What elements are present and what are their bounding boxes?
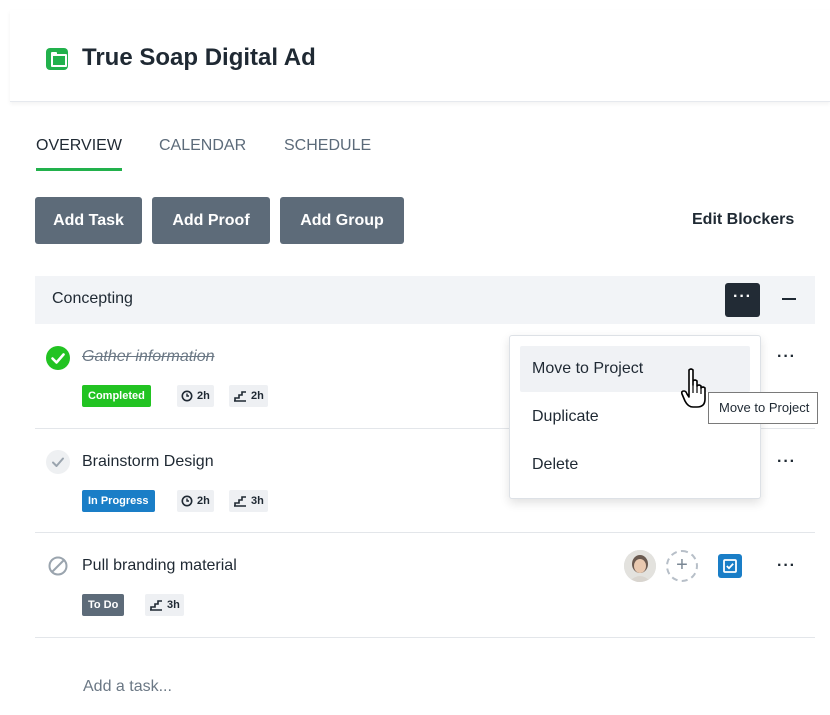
page-title: True Soap Digital Ad xyxy=(82,44,316,71)
app-frame: True Soap Digital Ad OVERVIEW CALENDAR S… xyxy=(0,0,830,715)
status-badge[interactable]: To Do xyxy=(82,594,125,616)
add-task-button[interactable]: Add Task xyxy=(35,197,142,244)
avatar[interactable] xyxy=(624,550,656,582)
blocked-icon[interactable] xyxy=(46,554,70,578)
task-name[interactable]: Gather information xyxy=(82,348,215,366)
time-tracked-value: 2h xyxy=(251,390,264,402)
group-more-button[interactable]: ··· xyxy=(725,283,760,317)
clock-icon xyxy=(181,495,193,507)
clock-icon xyxy=(181,390,193,402)
status-badge[interactable]: Completed xyxy=(82,385,151,407)
hand-cursor-icon xyxy=(680,368,706,408)
time-estimate-value: 2h xyxy=(197,390,210,402)
checkmark-icon[interactable] xyxy=(46,346,70,370)
time-tracked-value: 3h xyxy=(251,495,264,507)
task-row[interactable]: Pull branding material To Do 3h ··· xyxy=(35,533,815,638)
time-tracked-chip[interactable]: 2h xyxy=(229,385,268,407)
folder-icon xyxy=(46,48,68,70)
approval-checkbox-icon[interactable] xyxy=(718,554,742,578)
collapse-icon[interactable] xyxy=(782,298,796,300)
time-estimate-value: 2h xyxy=(197,495,210,507)
checkmark-icon[interactable] xyxy=(46,450,70,474)
stairs-icon xyxy=(234,391,246,402)
stairs-icon xyxy=(234,496,246,507)
tab-calendar[interactable]: CALENDAR xyxy=(159,137,246,171)
task-more-button[interactable]: ··· xyxy=(777,453,796,471)
time-estimate-chip[interactable]: 2h xyxy=(177,385,214,407)
add-task-input[interactable]: Add a task... xyxy=(83,678,172,696)
task-more-button[interactable]: ··· xyxy=(777,348,796,366)
time-estimate-chip[interactable]: 2h xyxy=(177,490,214,512)
menu-item-move-to-project[interactable]: Move to Project xyxy=(520,346,750,392)
time-tracked-value: 3h xyxy=(167,599,180,611)
add-proof-button[interactable]: Add Proof xyxy=(152,197,270,244)
group-title: Concepting xyxy=(52,290,133,307)
task-name[interactable]: Brainstorm Design xyxy=(82,453,214,471)
edit-blockers-button[interactable]: Edit Blockers xyxy=(692,211,794,229)
tab-schedule[interactable]: SCHEDULE xyxy=(284,137,371,171)
time-tracked-chip[interactable]: 3h xyxy=(145,594,184,616)
add-assignee-button[interactable]: + xyxy=(666,550,698,582)
add-group-button[interactable]: Add Group xyxy=(280,197,404,244)
menu-item-delete[interactable]: Delete xyxy=(520,442,750,488)
task-name[interactable]: Pull branding material xyxy=(82,557,237,575)
tooltip: Move to Project xyxy=(708,392,819,424)
task-group-header: Concepting ··· xyxy=(35,276,815,324)
status-badge[interactable]: In Progress xyxy=(82,490,155,512)
project-header: True Soap Digital Ad xyxy=(10,10,830,102)
task-more-button[interactable]: ··· xyxy=(777,557,796,575)
time-tracked-chip[interactable]: 3h xyxy=(229,490,268,512)
stairs-icon xyxy=(150,600,162,611)
tab-overview[interactable]: OVERVIEW xyxy=(36,137,122,171)
